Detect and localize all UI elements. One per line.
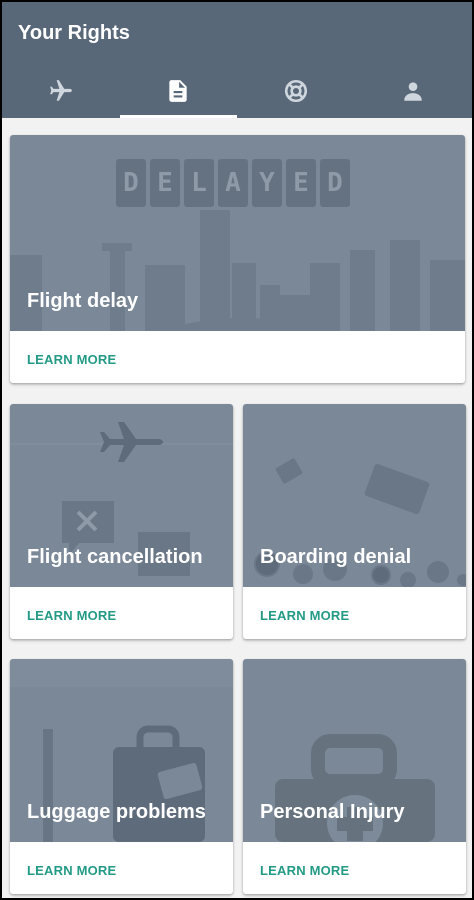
app-frame: Your Rights D E L A Y E D Flight delay L… (0, 0, 474, 900)
board-tile: L (184, 159, 214, 207)
document-icon (169, 80, 187, 102)
card-personal-injury[interactable]: Personal Injury LEARN MORE (243, 659, 466, 894)
flight-cancellation-image: Flight cancellation (10, 404, 233, 587)
tab-flights[interactable] (2, 64, 120, 118)
learn-more-button[interactable]: LEARN MORE (260, 608, 349, 623)
card-boarding-denial[interactable]: Boarding denial LEARN MORE (243, 404, 466, 639)
card-title: Personal Injury (260, 801, 405, 823)
app-bar: Your Rights (2, 2, 472, 118)
board-tile: D (116, 159, 146, 207)
board-tile: E (286, 159, 316, 207)
card-title: Boarding denial (260, 546, 412, 568)
card-flight-delay[interactable]: D E L A Y E D Flight delay LEARN MORE (10, 135, 465, 383)
flight-delay-image: D E L A Y E D Flight delay (10, 135, 465, 331)
board-tile: A (218, 159, 248, 207)
boarding-denial-image: Boarding denial (243, 404, 466, 587)
lifebuoy-icon (284, 79, 307, 103)
card-title: Flight delay (27, 290, 139, 312)
card-luggage-problems[interactable]: Luggage problems LEARN MORE (10, 659, 233, 894)
person-icon (404, 82, 422, 101)
airplane-icon (49, 80, 72, 101)
learn-more-button[interactable]: LEARN MORE (27, 352, 116, 367)
luggage-problems-image: Luggage problems (10, 659, 233, 842)
board-tile: D (320, 159, 350, 207)
page-title: Your Rights (18, 22, 130, 44)
board-tile: E (150, 159, 180, 207)
learn-more-button[interactable]: LEARN MORE (27, 608, 116, 623)
tab-profile[interactable] (355, 64, 473, 118)
card-title: Flight cancellation (27, 546, 203, 568)
tab-bar (2, 64, 472, 118)
learn-more-button[interactable]: LEARN MORE (260, 863, 349, 878)
personal-injury-image: Personal Injury (243, 659, 466, 842)
departure-board: D E L A Y E D (116, 159, 350, 207)
tab-help[interactable] (237, 64, 355, 118)
card-title: Luggage problems (27, 801, 206, 823)
card-flight-cancellation[interactable]: Flight cancellation LEARN MORE (10, 404, 233, 639)
learn-more-button[interactable]: LEARN MORE (27, 863, 116, 878)
board-tile: Y (252, 159, 282, 207)
tab-rights[interactable] (119, 64, 238, 118)
